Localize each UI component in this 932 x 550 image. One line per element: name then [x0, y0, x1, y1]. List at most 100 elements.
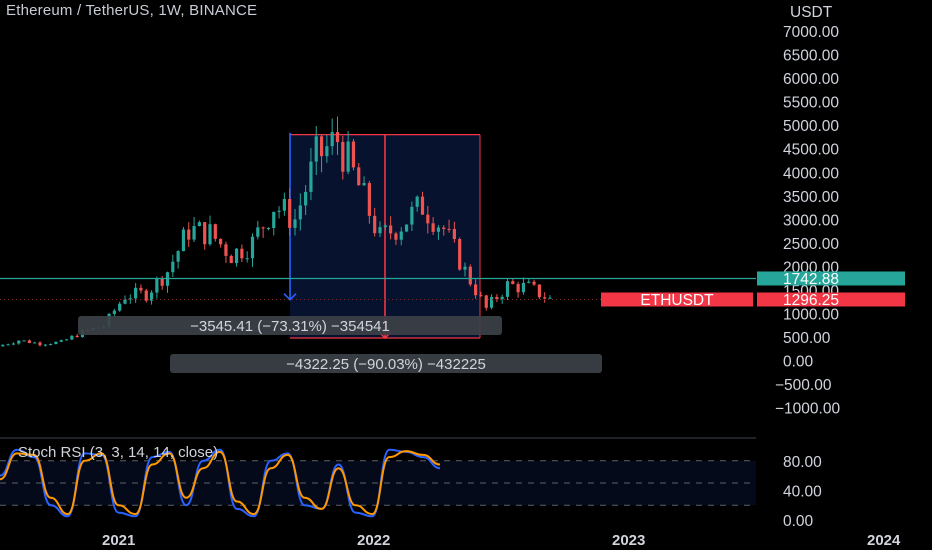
y-tick-label: 2500.00 [783, 236, 839, 253]
candle-body [351, 141, 356, 168]
candle-body [410, 206, 414, 225]
candle-body [399, 231, 403, 240]
candle-body [160, 278, 164, 286]
measurement-labels: −3545.41 (−73.31%) −354541 −4322.25 (−90.… [78, 316, 602, 373]
candle-body [500, 296, 504, 300]
symbol-badge-label: ETHUSDT [640, 292, 714, 309]
candle-body [176, 251, 180, 262]
y-tick-label: 7000.00 [783, 24, 839, 41]
candle-body [134, 287, 138, 299]
candle-body [11, 343, 16, 345]
candle-body [282, 199, 286, 211]
candle-body [325, 146, 329, 157]
candle-body [128, 298, 132, 300]
candle-body [234, 248, 239, 264]
y-tick-label: 5000.00 [783, 118, 839, 135]
candle-body [49, 344, 53, 346]
candle-body [474, 284, 478, 296]
candle-body [144, 290, 148, 301]
candle-body [516, 283, 520, 293]
candle-body [1, 344, 5, 347]
stoch-y-tick: 40.00 [783, 483, 822, 500]
x-tick-label: 2021 [102, 532, 135, 549]
candle-body [484, 295, 488, 308]
candle-body [505, 281, 510, 297]
y-tick-label: −500.00 [775, 377, 832, 394]
candle-body [288, 199, 292, 228]
candle-body [64, 339, 69, 341]
candle-body [367, 183, 371, 216]
candle-body [309, 161, 313, 192]
stoch-y-tick: 0.00 [783, 513, 814, 530]
candle-body [537, 284, 541, 298]
candle-body [527, 281, 531, 283]
candle-body [362, 183, 366, 186]
candle-body [532, 281, 536, 285]
price-badge-value: 1296.25 [783, 292, 839, 309]
candle-body [442, 227, 446, 229]
y-tick-label: 0.00 [783, 354, 814, 371]
candle-body [75, 335, 79, 338]
candle-body [389, 225, 393, 234]
candle-body [33, 342, 37, 344]
candle-body [293, 219, 297, 228]
measure-label-text: −4322.25 (−90.03%) −432225 [286, 356, 486, 373]
y-tick-label: 4000.00 [783, 165, 839, 182]
candle-body [521, 282, 526, 293]
stoch-y-tick: 80.00 [783, 454, 822, 471]
candle-body [22, 340, 26, 342]
y-tick-label: −1000.00 [775, 401, 840, 418]
candle-body [38, 342, 42, 346]
candle-body [373, 215, 377, 234]
candle-body [346, 141, 350, 172]
chart-canvas[interactable]: USDT 7000.00 6500.00 6000.00 5500.00 5000.00… [0, 0, 932, 550]
candle-body [240, 248, 244, 259]
candle-body [479, 295, 483, 297]
candle-body [224, 244, 228, 256]
candle-body [17, 340, 21, 344]
candle-body [181, 229, 186, 252]
candle-body [378, 227, 382, 234]
candle-body [187, 229, 191, 240]
y-axis-unit: USDT [790, 4, 833, 21]
candle-body [27, 340, 31, 343]
candle-body [415, 196, 419, 207]
candle-body [341, 142, 345, 172]
candle-body [54, 341, 58, 345]
candle-body [511, 281, 515, 284]
candle-body [357, 167, 361, 186]
x-tick-label: 2022 [357, 532, 390, 549]
candle-body [6, 344, 10, 346]
candle-body [447, 228, 451, 230]
candle-body [420, 196, 425, 215]
y-tick-label: 5500.00 [783, 95, 839, 112]
y-tick-label: 6500.00 [783, 48, 839, 65]
y-tick-label: 3000.00 [783, 212, 839, 229]
candle-body [139, 287, 143, 291]
candle-body [426, 214, 430, 224]
candle-body [468, 266, 472, 285]
candle-body [548, 297, 552, 299]
candle-body [436, 227, 441, 232]
candle-body [123, 299, 127, 304]
candle-body [304, 191, 308, 206]
candle-body [394, 233, 398, 240]
candle-body [404, 224, 409, 232]
measure-label-text: −3545.41 (−73.31%) −354541 [190, 318, 390, 335]
candle-body [458, 239, 462, 270]
candle-body [266, 228, 271, 230]
candle-body [118, 303, 122, 311]
candle-body [250, 236, 255, 259]
y-tick-label: 500.00 [783, 330, 831, 347]
x-tick-label: 2024 [867, 532, 901, 549]
candle-body [229, 255, 233, 264]
candle-body [59, 340, 63, 342]
measurement-tools[interactable] [283, 132, 481, 340]
y-axis-ticks: 7000.00 6500.00 6000.00 5500.00 5000.00 4500.… [775, 24, 840, 417]
candle-body [208, 224, 212, 245]
candle-body [256, 227, 260, 237]
candle-body [155, 278, 159, 293]
candle-body [330, 132, 334, 147]
candle-body [383, 225, 387, 228]
price-badge-value: 1742.88 [783, 271, 839, 288]
